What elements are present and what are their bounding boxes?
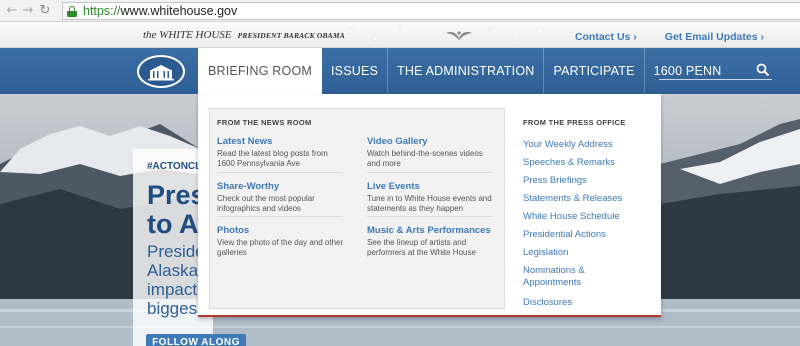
url-scheme: https://	[83, 4, 121, 18]
hero-body-line: impact	[147, 280, 198, 299]
news-item-desc: View the photo of the day and other gall…	[217, 238, 344, 257]
news-room-heading: FROM THE NEWS ROOM	[217, 118, 312, 127]
press-link-press-briefings[interactable]: Press Briefings	[523, 172, 622, 190]
search-icon[interactable]	[756, 63, 770, 77]
lock-icon	[67, 5, 77, 17]
search-box	[659, 62, 772, 81]
nav-briefing-room[interactable]: BRIEFING ROOM	[198, 48, 322, 94]
search-input[interactable]	[659, 63, 755, 81]
press-office-list: Your Weekly Address Speeches & Remarks P…	[523, 136, 622, 312]
news-item-desc: Tune in to White House events and statem…	[367, 194, 492, 213]
news-item-music-arts[interactable]: Music & Arts Performances See the lineup…	[367, 225, 502, 258]
news-item-share-worthy[interactable]: Share-Worthy Check out the most popular …	[217, 181, 347, 214]
hero-body: Preside Alaska impact bigges	[147, 242, 205, 318]
browser-toolbar: ← → ↻ https://www.whitehouse.gov	[0, 0, 800, 22]
site-header-strip: the WHITE HOUSE PRESIDENT BARACK OBAMA Co…	[0, 23, 800, 48]
press-link-presidential-actions[interactable]: Presidential Actions	[523, 226, 622, 244]
nav-the-administration[interactable]: THE ADMINISTRATION	[388, 48, 545, 94]
nav-participate[interactable]: PARTICIPATE	[544, 48, 645, 94]
press-link-legislation[interactable]: Legislation	[523, 244, 622, 262]
news-item-desc: Read the latest blog posts from 1600 Pen…	[217, 149, 328, 168]
eagle-icon	[446, 31, 472, 40]
press-link-weekly-address[interactable]: Your Weekly Address	[523, 136, 622, 154]
news-item-live-events[interactable]: Live Events Tune in to White House event…	[367, 181, 497, 214]
press-link-speeches-remarks[interactable]: Speeches & Remarks	[523, 154, 622, 172]
white-house-logo[interactable]	[137, 55, 185, 88]
address-bar[interactable]: https://www.whitehouse.gov	[62, 2, 800, 20]
news-item-title[interactable]: Music & Arts Performances	[367, 225, 502, 236]
hero-hashtag[interactable]: #ACTONCLI	[147, 161, 204, 172]
news-item-title[interactable]: Photos	[217, 225, 347, 236]
back-arrow-icon[interactable]: ←	[4, 3, 20, 19]
contact-us-link[interactable]: Contact Us ›	[575, 31, 637, 43]
press-office-heading: FROM THE PRESS OFFICE	[523, 118, 626, 127]
nav-issues[interactable]: ISSUES	[322, 48, 389, 94]
divider	[367, 172, 493, 173]
press-link-statements-releases[interactable]: Statements & Releases	[523, 190, 622, 208]
news-item-desc: Watch behind-the-scenes videos and more	[367, 149, 483, 168]
hero-title-line: to A	[147, 209, 199, 239]
news-room-panel: FROM THE NEWS ROOM Latest News Read the …	[209, 108, 505, 309]
hero-body-line: bigges	[147, 299, 198, 318]
contact-us-label: Contact Us	[574, 31, 631, 43]
reload-icon[interactable]: ↻	[36, 3, 54, 19]
hero-title-line: Pres	[147, 180, 206, 210]
brand-president: PRESIDENT BARACK OBAMA	[237, 31, 345, 40]
briefing-room-dropdown: FROM THE NEWS ROOM Latest News Read the …	[198, 94, 661, 317]
news-item-desc: See the lineup of artists and performers…	[367, 238, 476, 257]
hero-body-line: Preside	[147, 242, 205, 261]
email-updates-label: Get Email Updates	[664, 31, 758, 43]
news-item-latest-news[interactable]: Latest News Read the latest blog posts f…	[217, 136, 347, 169]
primary-nav: BRIEFING ROOM ISSUES THE ADMINISTRATION …	[198, 48, 730, 94]
press-link-white-house-schedule[interactable]: White House Schedule	[523, 208, 622, 226]
hero-title: Pres to A	[147, 181, 206, 239]
news-item-title[interactable]: Video Gallery	[367, 136, 497, 147]
main-navbar: BRIEFING ROOM ISSUES THE ADMINISTRATION …	[0, 48, 800, 94]
forward-arrow-icon[interactable]: →	[20, 3, 36, 19]
divider	[217, 216, 343, 217]
hero-body-line: Alaska	[147, 261, 199, 280]
stars-decoration-icon	[346, 26, 544, 41]
news-item-desc: Check out the most popular infographics …	[217, 194, 315, 213]
news-item-photos[interactable]: Photos View the photo of the day and oth…	[217, 225, 347, 258]
divider	[217, 172, 343, 173]
white-house-icon	[148, 65, 174, 81]
divider	[367, 216, 493, 217]
site-brand[interactable]: the WHITE HOUSE PRESIDENT BARACK OBAMA	[143, 29, 345, 41]
url-host: www.whitehouse.gov	[120, 4, 238, 18]
press-link-nominations-appointments[interactable]: Nominations & Appointments	[523, 265, 603, 289]
email-updates-link[interactable]: Get Email Updates ›	[665, 31, 764, 43]
follow-along-button[interactable]: FOLLOW ALONG	[146, 334, 246, 346]
news-item-video-gallery[interactable]: Video Gallery Watch behind-the-scenes vi…	[367, 136, 497, 169]
news-item-title[interactable]: Latest News	[217, 136, 347, 147]
news-item-title[interactable]: Live Events	[367, 181, 497, 192]
brand-name: the WHITE HOUSE	[143, 29, 232, 41]
news-item-title[interactable]: Share-Worthy	[217, 181, 347, 192]
press-link-disclosures[interactable]: Disclosures	[523, 294, 622, 312]
